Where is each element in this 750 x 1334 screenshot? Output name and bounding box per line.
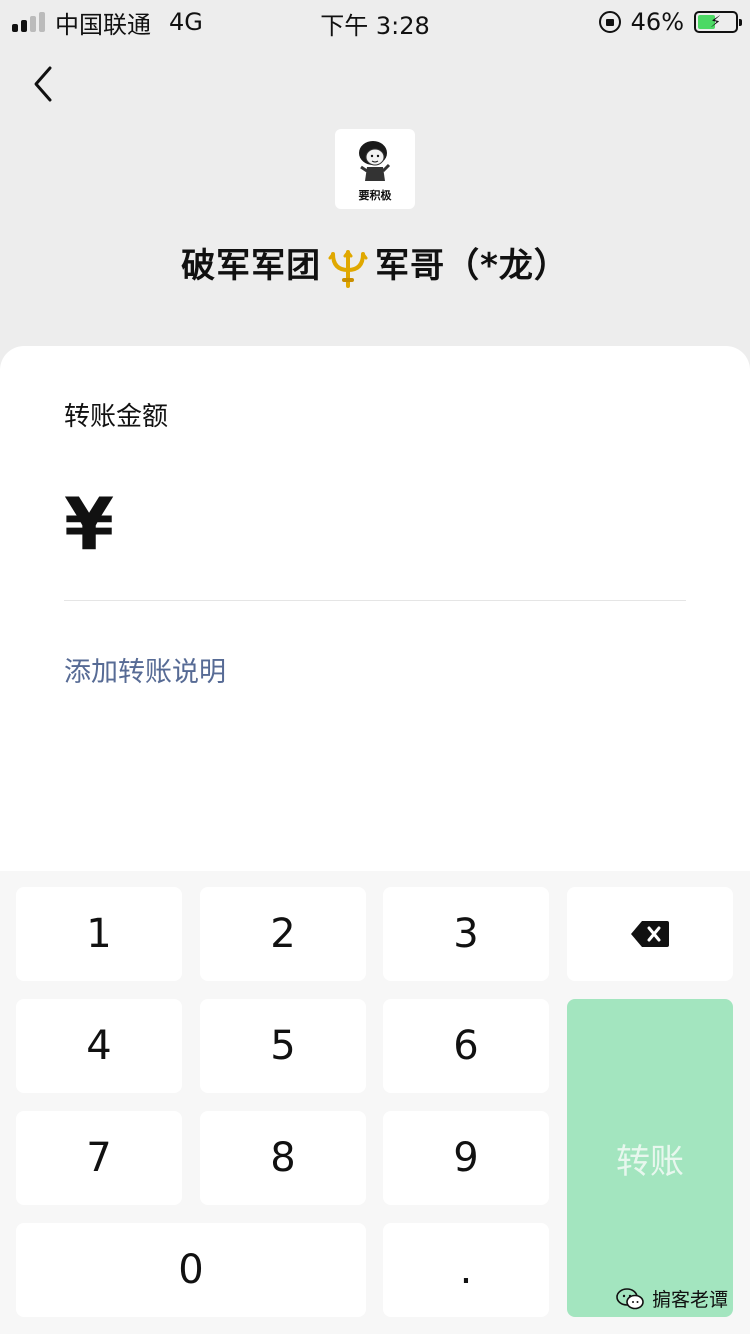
meme-avatar-icon <box>359 141 391 181</box>
battery-icon: ⚡ <box>694 11 742 33</box>
key-2[interactable]: 2 <box>200 887 366 981</box>
key-1[interactable]: 1 <box>16 887 182 981</box>
add-note-link[interactable]: 添加转账说明 <box>64 650 226 689</box>
status-bar: 中国联通 4G 46% ⚡ <box>0 0 750 44</box>
amount-input[interactable]: ¥ <box>64 484 114 564</box>
key-7[interactable]: 7 <box>16 1111 182 1205</box>
payee-name: 破军军团 军哥（*龙） <box>0 238 750 288</box>
carrier-name: 中国联通 <box>55 10 151 39</box>
transfer-card: 转账金额 ¥ 添加转账说明 <box>0 346 750 871</box>
wechat-icon <box>616 1287 644 1309</box>
delete-button[interactable] <box>567 887 733 981</box>
key-5[interactable]: 5 <box>200 999 366 1093</box>
key-9[interactable]: 9 <box>383 1111 549 1205</box>
watermark-text: 掮客老谭 <box>651 1289 728 1311</box>
key-0[interactable]: 0 <box>16 1223 366 1317</box>
key-8[interactable]: 8 <box>200 1111 366 1205</box>
avatar-caption: 要积极 <box>358 189 392 202</box>
amount-label: 转账金额 <box>64 402 169 432</box>
payee-name-prefix: 破军军团 <box>181 246 322 286</box>
network-type: 4G <box>169 8 203 36</box>
key-decimal[interactable]: . <box>383 1223 549 1317</box>
key-4[interactable]: 4 <box>16 999 182 1093</box>
watermark: 掮客老谭 <box>616 1285 728 1312</box>
numeric-keypad: 1 2 3 4 5 6 7 8 9 0 . 转账 <box>0 871 750 1334</box>
battery-percent: 46% <box>630 8 684 36</box>
key-3[interactable]: 3 <box>383 887 549 981</box>
signal-icon <box>12 12 45 32</box>
key-6[interactable]: 6 <box>383 999 549 1093</box>
rotation-lock-icon <box>598 11 621 33</box>
divider <box>64 600 686 601</box>
backspace-icon <box>631 921 669 947</box>
trident-icon <box>328 249 368 288</box>
back-button[interactable] <box>28 62 64 106</box>
chevron-left-icon <box>34 66 52 102</box>
payee-name-suffix: 军哥（*龙） <box>375 246 569 286</box>
avatar: 要积极 <box>335 129 415 209</box>
transfer-button[interactable]: 转账 <box>567 999 733 1317</box>
